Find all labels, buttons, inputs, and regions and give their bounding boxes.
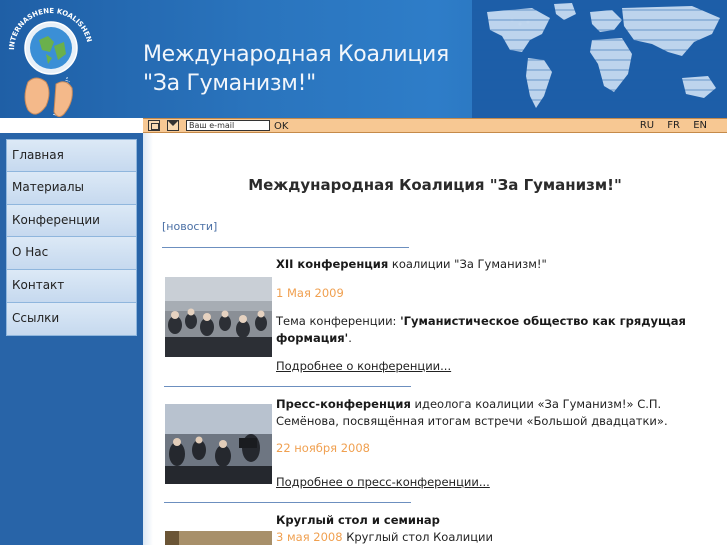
nav-item-about[interactable]: О Нас [6, 237, 137, 271]
world-map-graphic [472, 0, 727, 118]
news-photo-round-table[interactable] [165, 531, 272, 545]
news-photo-press-conference[interactable] [165, 404, 272, 484]
news-2-more-link[interactable]: Подробнее о пресс-конференции... [276, 475, 490, 489]
news-item-1: XII конференция коалиции "За Гуманизм!" … [276, 256, 716, 375]
site-title-line1: Международная Коалиция [143, 42, 449, 67]
toolbar: OK RU FR EN [143, 118, 727, 133]
site-title-line2: "За Гуманизм!" [143, 71, 316, 96]
lang-fr-link[interactable]: FR [667, 120, 680, 131]
nav-item-links[interactable]: Ссылки [6, 302, 137, 336]
news-1-body-suffix: . [348, 331, 352, 345]
email-input[interactable] [186, 120, 270, 131]
language-switcher: RU FR EN [630, 120, 707, 131]
site-title: Международная Коалиция "За Гуманизм!" [143, 40, 449, 98]
news-photo-conference[interactable] [165, 277, 272, 357]
lang-en-link[interactable]: EN [693, 120, 707, 131]
divider [162, 247, 409, 248]
site-header: Международная Коалиция "За Гуманизм!" [0, 0, 727, 118]
news-1-title-rest: коалиции "За Гуманизм!" [388, 257, 547, 271]
nav-item-home[interactable]: Главная [6, 139, 137, 172]
lang-ru-link[interactable]: RU [640, 120, 654, 131]
mail-icon[interactable] [167, 120, 179, 131]
news-section-link[interactable]: [новости] [162, 220, 217, 233]
news-1-date: 1 Мая 2009 [276, 286, 344, 300]
content-shade [143, 133, 153, 545]
divider [164, 502, 411, 503]
news-1-title-bold: XII конференция [276, 257, 389, 271]
news-3-date: 3 мая 2008 [276, 530, 343, 544]
news-3-body: Круглый стол Коалиции [342, 530, 493, 544]
nav-item-materials[interactable]: Материалы [6, 171, 137, 205]
divider [164, 386, 411, 387]
home-icon[interactable] [148, 120, 160, 131]
coalition-logo[interactable]: INTERNASHENE KOALISHEN "Za Humanismo!" [6, 2, 96, 136]
ok-button[interactable]: OK [274, 121, 288, 132]
news-item-3: Круглый стол и семинар 3 мая 2008 Круглы… [276, 512, 716, 545]
news-1-more-link[interactable]: Подробнее о конференции... [276, 359, 451, 373]
news-2-title-bold: Пресс-конференция [276, 397, 411, 411]
news-1-body-prefix: Тема конференции: [276, 314, 401, 328]
nav-item-contact[interactable]: Контакт [6, 270, 137, 303]
page-title: Международная Коалиция "За Гуманизм!" [248, 176, 622, 194]
nav-item-conferences[interactable]: Конференции [6, 204, 137, 238]
news-3-title-bold: Круглый стол и семинар [276, 513, 440, 527]
news-item-2: Пресс-конференция идеолога коалиции «За … [276, 396, 716, 491]
news-2-date: 22 ноября 2008 [276, 441, 370, 455]
main-nav: Главная Материалы Конференции О Нас Конт… [6, 139, 137, 336]
